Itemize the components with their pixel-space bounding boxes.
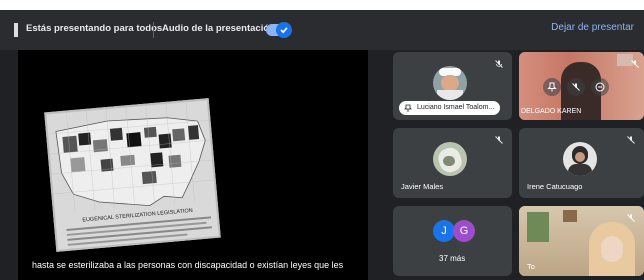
avatar xyxy=(433,66,467,100)
mic-muted-icon xyxy=(627,136,635,144)
avatar: G xyxy=(453,220,475,242)
presentation-view: EUGENICAL STERILIZATION LEGISLATION hast… xyxy=(18,50,368,280)
participant-name: To xyxy=(527,262,535,271)
participant-tile[interactable]: Irene Catucuago xyxy=(519,128,644,198)
avatar xyxy=(563,142,597,176)
avatar xyxy=(433,142,467,176)
participant-face xyxy=(601,236,623,262)
mic-muted-icon xyxy=(495,60,503,68)
more-participants-count: 37 más xyxy=(439,254,466,263)
participant-name-pill: Luciano Ismael Toalom... xyxy=(399,101,501,115)
participant-name: Javier Males xyxy=(401,182,444,191)
presenting-banner: Estás presentando para todos Audio de la… xyxy=(0,10,644,50)
pin-icon xyxy=(547,82,557,92)
toggle-knob xyxy=(276,22,292,38)
presentation-audio-label: Audio de la presentación xyxy=(162,23,275,34)
avatar: J xyxy=(433,220,455,242)
mic-muted-icon xyxy=(627,214,635,222)
minus-circle-icon xyxy=(595,82,605,92)
presenting-status-text: Estás presentando para todos xyxy=(26,23,163,34)
participant-tile[interactable]: To xyxy=(519,206,644,276)
banner-edge-indicator xyxy=(14,23,18,37)
presentation-audio-toggle[interactable] xyxy=(266,22,292,38)
participant-tile[interactable]: Javier Males xyxy=(393,128,512,198)
more-participants-tile[interactable]: J G 37 más xyxy=(393,206,512,276)
wall-picture xyxy=(563,210,577,222)
remove-tile-button[interactable] xyxy=(591,78,609,96)
pin-tile-button[interactable] xyxy=(543,78,561,96)
participant-name: Irene Catucuago xyxy=(527,182,583,191)
participant-tile[interactable]: Luciano Ismael Toalom... xyxy=(393,52,512,120)
wall-picture xyxy=(527,212,549,242)
mic-muted-icon xyxy=(631,60,639,68)
avatar-initial: G xyxy=(459,225,469,237)
pin-icon xyxy=(404,104,412,112)
check-icon xyxy=(280,27,288,34)
participant-name: Luciano Ismael Toalom... xyxy=(417,104,495,111)
us-map-image: EUGENICAL STERILIZATION LEGISLATION xyxy=(46,99,221,252)
top-browser-strip xyxy=(0,0,644,10)
banner-divider xyxy=(153,22,154,38)
live-caption: hasta se esterilizaba a las personas con… xyxy=(32,260,344,270)
stop-presenting-button[interactable]: Dejar de presentar xyxy=(551,22,634,33)
participant-name: DELGADO KAREN xyxy=(521,108,582,115)
presentation-photo: EUGENICAL STERILIZATION LEGISLATION xyxy=(44,98,221,252)
participant-tile[interactable]: DELGADO KAREN xyxy=(519,52,644,120)
avatar-initial: J xyxy=(441,225,447,237)
mute-tile-button[interactable] xyxy=(567,78,585,96)
mic-muted-icon xyxy=(572,83,580,91)
mic-muted-icon xyxy=(495,136,503,144)
